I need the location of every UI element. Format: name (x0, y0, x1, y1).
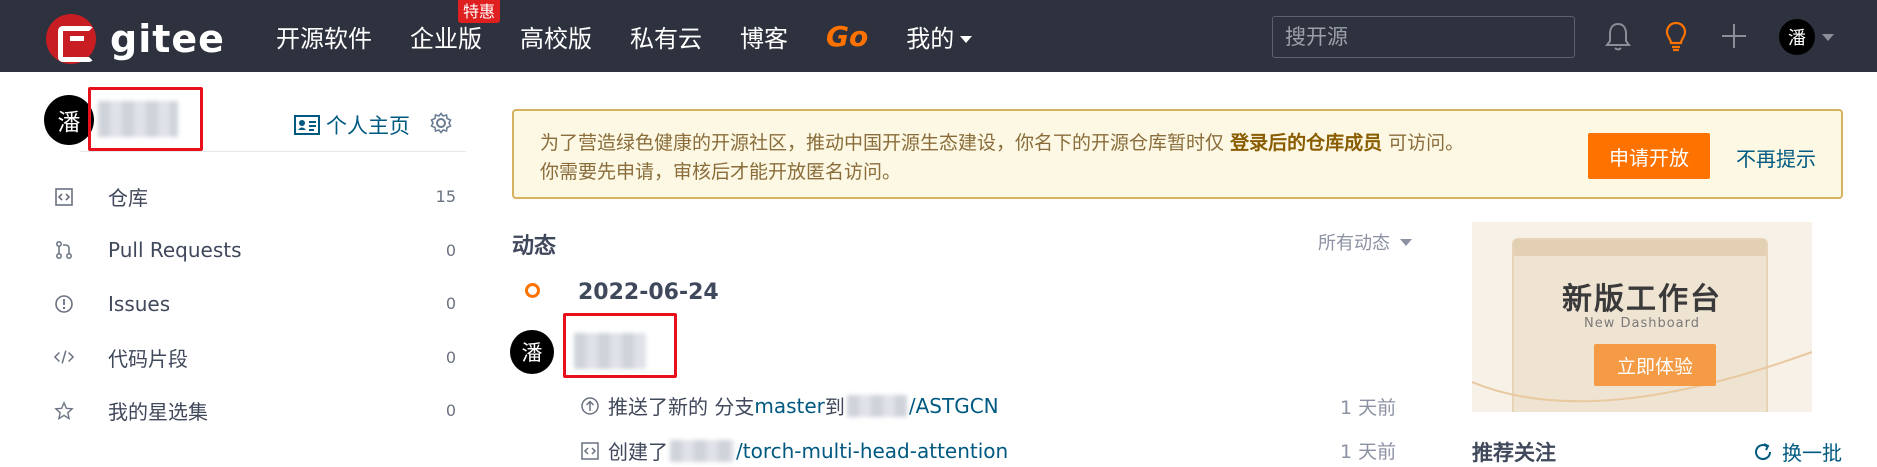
sidebar-item-count: 0 (445, 401, 456, 421)
sidebar-item-snippets[interactable]: 代码片段 0 (54, 331, 456, 385)
bell-icon[interactable] (1600, 18, 1636, 54)
feed-event: 推送了新的 分支 master 到 /ASTGCN (580, 391, 999, 420)
refresh-label: 换一批 (1782, 441, 1842, 465)
event-time: 1 天前 (1340, 397, 1397, 419)
chevron-down-icon[interactable] (1822, 34, 1834, 41)
try-now-button[interactable]: 立即体验 (1594, 344, 1716, 386)
nav-enterprise-label: 企业版 (410, 24, 482, 53)
feed-filter-dropdown[interactable]: 所有动态 (1318, 229, 1412, 255)
sidebar-item-count: 0 (445, 240, 456, 260)
banner-title: 新版工作台 (1562, 282, 1722, 317)
branch-link[interactable]: master (754, 394, 825, 418)
search-input[interactable] (1272, 16, 1575, 58)
repo-link[interactable]: /ASTGCN (909, 394, 999, 418)
sidebar-item-starred[interactable]: 我的星选集 0 (54, 384, 456, 438)
top-navbar: gitee 开源软件 企业版 特惠 高校版 私有云 博客 Go 我的 潘 (0, 0, 1877, 72)
banner-subtitle: New Dashboard (1583, 316, 1701, 331)
sidebar-item-issues[interactable]: Issues 0 (54, 277, 456, 331)
sidebar-item-label: 仓库 (108, 186, 148, 211)
sidebar-item-repos[interactable]: 仓库 15 (54, 170, 456, 224)
nav-mine-label: 我的 (906, 24, 955, 53)
repo-icon (54, 187, 74, 207)
gear-icon[interactable] (430, 112, 452, 138)
notice-text-line2: 你需要先申请，审核后才能开放匿名访问。 (540, 161, 902, 183)
apply-open-button[interactable]: 申请开放 (1588, 133, 1710, 179)
notice-text-bold: 登录后的仓库成员 (1230, 132, 1383, 154)
nav-open-source[interactable]: 开源软件 (276, 19, 372, 54)
brand-name: gitee (110, 17, 225, 61)
timeline-dot (525, 283, 540, 298)
sidebar-item-label: 代码片段 (108, 346, 188, 371)
star-icon (54, 400, 74, 421)
repo-create-icon (581, 441, 599, 460)
personal-homepage-link[interactable]: 个人主页 (294, 110, 410, 140)
notice-text: 为了营造绿色健康的开源社区，推动中国开源生态建设，你名下的开源仓库暂时仅 登录后… (540, 129, 1540, 187)
homepage-label: 个人主页 (326, 114, 410, 138)
sidebar-item-label: Pull Requests (108, 238, 242, 263)
gitee-logo-icon (46, 14, 96, 64)
sidebar-item-count: 15 (435, 187, 456, 207)
nav-education[interactable]: 高校版 (520, 19, 592, 54)
annotation-frame (88, 87, 203, 151)
sidebar-item-count: 0 (445, 294, 456, 314)
nav-go[interactable]: Go (826, 20, 868, 53)
gitee-logo[interactable]: gitee (46, 14, 225, 64)
promo-badge: 特惠 (457, 0, 500, 23)
feed-user-avatar[interactable]: 潘 (510, 330, 554, 374)
redacted-owner (846, 394, 907, 417)
pull-request-icon (54, 240, 74, 260)
annotation-frame (563, 313, 677, 378)
recommended-follows-title: 推荐关注 (1472, 441, 1556, 465)
sidebar-item-label: 我的星选集 (108, 400, 208, 425)
notice-text-before: 为了营造绿色健康的开源社区，推动中国开源生态建设，你名下的开源仓库暂时仅 (540, 132, 1225, 154)
lightbulb-icon[interactable] (1658, 18, 1694, 54)
push-icon (581, 396, 599, 415)
refresh-icon (1755, 442, 1772, 460)
sidebar-item-count: 0 (445, 347, 456, 367)
sidebar-item-pull-requests[interactable]: Pull Requests 0 (54, 224, 456, 278)
feed-date: 2022-06-24 (578, 280, 719, 305)
event-prefix: 推送了新的 分支 (608, 395, 755, 419)
sidebar-divider (80, 151, 466, 152)
profile-card-icon (294, 115, 320, 135)
nav-blog[interactable]: 博客 (740, 19, 788, 54)
main-nav: 开源软件 企业版 特惠 高校版 私有云 博客 Go 我的 (276, 0, 1010, 72)
nav-private-cloud[interactable]: 私有云 (630, 19, 702, 54)
nav-mine-dropdown[interactable]: 我的 (906, 19, 973, 54)
notice-text-after: 可访问。 (1388, 132, 1465, 154)
user-avatar[interactable]: 潘 (1779, 19, 1815, 55)
open-source-notice: 为了营造绿色健康的开源社区，推动中国开源生态建设，你名下的开源仓库暂时仅 登录后… (512, 109, 1843, 199)
new-dashboard-banner[interactable]: 新版工作台 New Dashboard 立即体验 (1472, 222, 1812, 412)
nav-enterprise[interactable]: 企业版 特惠 (410, 0, 500, 54)
chevron-down-icon (1400, 238, 1412, 246)
repo-link[interactable]: /torch-multi-head-attention (736, 439, 1008, 463)
sidebar-item-label: Issues (108, 291, 171, 316)
dont-show-again-link[interactable]: 不再提示 (1736, 143, 1816, 172)
issue-icon (54, 294, 74, 314)
feed-filter-label: 所有动态 (1318, 233, 1390, 254)
event-mid: 到 (824, 395, 845, 419)
chevron-down-icon (960, 36, 973, 43)
sidebar-menu: 仓库 15 Pull Requests 0 Issues 0 代码片段 0 我的… (54, 170, 456, 438)
refresh-recommendations[interactable]: 换一批 (1752, 437, 1842, 466)
code-snippet-icon (54, 347, 74, 367)
feed-title: 动态 (512, 234, 557, 259)
event-time: 1 天前 (1340, 441, 1397, 463)
profile-avatar[interactable]: 潘 (44, 95, 94, 145)
plus-icon[interactable] (1716, 18, 1752, 54)
redacted-owner (670, 439, 734, 462)
